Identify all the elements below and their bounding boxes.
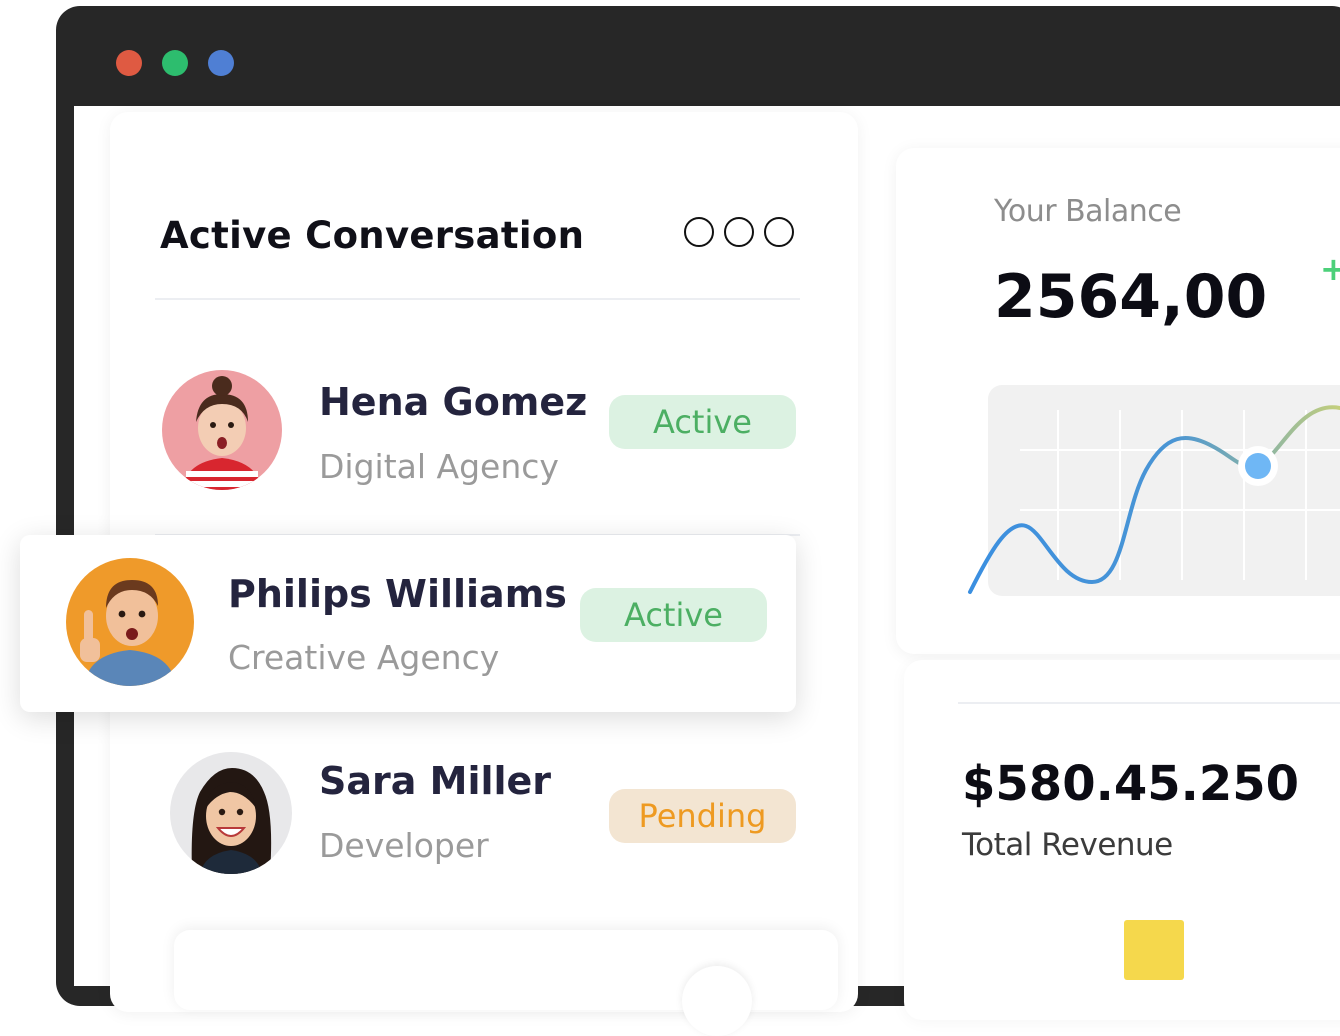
contact-role: Developer [319, 826, 489, 865]
person-avatar-icon [170, 752, 292, 874]
balance-change-sign: + [1320, 250, 1340, 288]
status-badge: Pending [609, 789, 796, 843]
person-avatar-icon [162, 370, 282, 490]
contact-role: Creative Agency [228, 638, 500, 677]
avatar-philips-williams[interactable] [66, 558, 194, 686]
person-avatar-icon [66, 558, 194, 686]
more-options-icon[interactable] [684, 217, 796, 249]
revenue-label: Total Revenue [962, 827, 1173, 863]
close-window-dot[interactable] [116, 50, 142, 76]
avatar-placeholder [682, 966, 752, 1036]
contact-name[interactable]: Hena Gomez [319, 380, 587, 424]
avatar-hena-gomez[interactable] [162, 370, 282, 490]
next-contact-card [174, 930, 838, 1036]
conversation-title: Active Conversation [160, 214, 585, 257]
balance-label: Your Balance [994, 194, 1182, 229]
contact-name[interactable]: Sara Miller [319, 759, 551, 803]
revenue-top-divider [958, 702, 1340, 704]
revenue-bar [1124, 920, 1184, 980]
contact-role: Digital Agency [319, 447, 559, 486]
revenue-value: $580.45.250 [962, 756, 1300, 812]
conversation-divider [155, 298, 800, 300]
avatar-sara-miller[interactable] [170, 752, 292, 874]
minimize-window-dot[interactable] [208, 50, 234, 76]
status-badge: Active [580, 588, 767, 642]
status-badge: Active [609, 395, 796, 449]
maximize-window-dot[interactable] [162, 50, 188, 76]
balance-value: 2564,00 [994, 262, 1268, 332]
contact-name[interactable]: Philips Williams [228, 572, 567, 616]
balance-chart-background [988, 385, 1340, 596]
